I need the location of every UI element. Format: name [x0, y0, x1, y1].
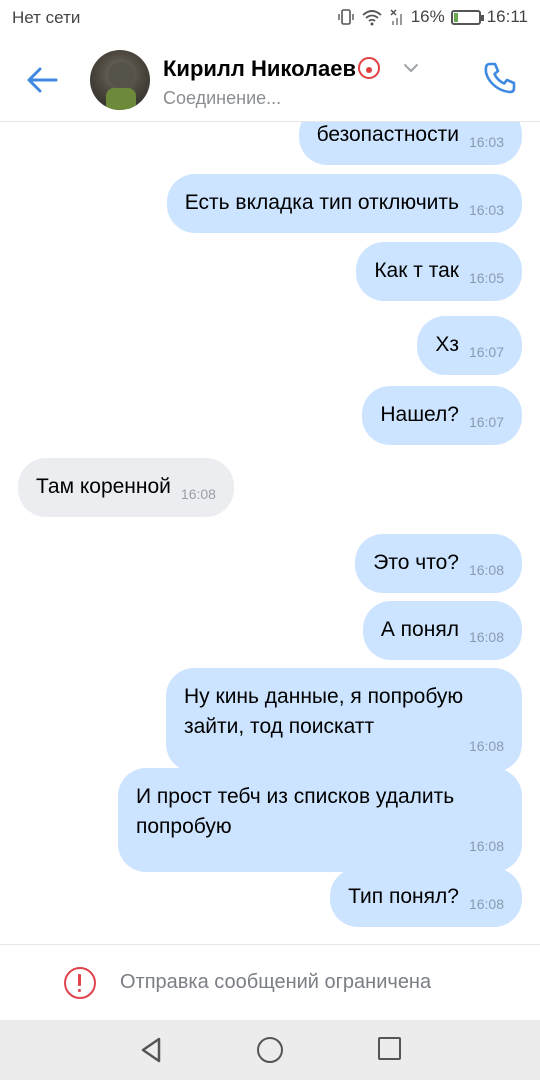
message-text: Это что? — [373, 551, 459, 574]
contact-name[interactable]: Кирилл Николаев — [163, 56, 380, 82]
chevron-down-icon[interactable] — [403, 62, 419, 74]
message-text: И прост тебч из списков удалить попробую — [136, 785, 455, 838]
alert-circle-icon — [64, 967, 96, 999]
message-time: 16:08 — [180, 486, 216, 502]
message-text: безопастности — [316, 123, 459, 146]
contact-name-label: Кирилл Николаев — [163, 56, 356, 81]
message-time: 16:05 — [468, 270, 504, 286]
vibrate-icon — [337, 9, 354, 25]
message-bubble-outgoing[interactable]: Нашел? 16:07 — [362, 386, 522, 445]
arrow-left-icon — [27, 67, 58, 93]
message-time: 16:07 — [468, 414, 504, 430]
message-text: Ну кинь данные, я попробую зайти, тод по… — [184, 685, 464, 738]
clown-emoji-icon — [357, 57, 380, 79]
message-time: 16:03 — [468, 202, 504, 218]
message-text: Есть вкладка тип отключить — [184, 191, 459, 214]
message-bubble-outgoing[interactable]: Хз 16:07 — [417, 316, 522, 375]
message-time: 16:03 — [468, 134, 504, 150]
nav-recents-icon[interactable] — [378, 1037, 401, 1060]
nav-back-icon[interactable] — [139, 1036, 163, 1064]
message-bubble-outgoing[interactable]: безопастности 16:03 — [298, 122, 522, 165]
message-bubble-outgoing[interactable]: И прост тебч из списков удалить попробую… — [118, 768, 522, 872]
battery-percent: 16% — [410, 7, 445, 26]
message-bubble-outgoing[interactable]: Это что? 16:08 — [355, 534, 522, 593]
message-bubble-outgoing[interactable]: А понял 16:08 — [362, 601, 522, 660]
back-button[interactable] — [22, 60, 62, 100]
messaging-restricted-banner: Отправка сообщений ограничена — [0, 944, 540, 1020]
message-bubble-outgoing[interactable]: Есть вкладка тип отключить 16:03 — [166, 174, 522, 233]
message-text: Там коренной — [36, 475, 171, 498]
message-text: Хз — [435, 333, 459, 356]
message-bubble-incoming[interactable]: Там коренной 16:08 — [18, 458, 234, 517]
message-bubble-outgoing[interactable]: Ну кинь данные, я попробую зайти, тод по… — [166, 668, 522, 772]
connection-status: Соединение... — [163, 88, 282, 108]
wifi-icon — [362, 10, 382, 26]
status-bar: Нет сети 16% 16:11 — [0, 0, 540, 36]
status-icons: 16% 16:11 — [337, 7, 528, 27]
message-time: 16:07 — [468, 344, 504, 360]
message-text: Тип понял? — [348, 885, 459, 908]
message-bubble-outgoing[interactable]: Как т так 16:05 — [356, 242, 522, 301]
chat-header: Кирилл Николаев Соединение... — [0, 36, 540, 122]
message-list[interactable]: безопастности 16:03 Есть вкладка тип откл… — [0, 122, 540, 944]
message-time: 16:08 — [468, 838, 504, 854]
call-button[interactable] — [480, 58, 520, 98]
message-text: Нашел? — [380, 403, 459, 426]
message-time: 16:08 — [468, 896, 504, 912]
nav-home-icon[interactable] — [257, 1037, 283, 1063]
message-text: Как т так — [374, 259, 459, 282]
message-text: А понял — [380, 618, 459, 641]
message-time: 16:08 — [468, 738, 504, 754]
no-signal-icon — [390, 9, 402, 25]
carrier-label: Нет сети — [12, 8, 81, 27]
phone-icon — [484, 62, 516, 94]
avatar[interactable] — [90, 50, 150, 110]
message-time: 16:08 — [468, 562, 504, 578]
restriction-text: Отправка сообщений ограничена — [120, 971, 432, 993]
message-time: 16:08 — [468, 629, 504, 645]
battery-icon — [450, 9, 484, 25]
message-bubble-outgoing[interactable]: Тип понял? 16:08 — [330, 868, 522, 927]
clock: 16:11 — [486, 7, 528, 26]
system-nav-bar — [0, 1020, 540, 1080]
